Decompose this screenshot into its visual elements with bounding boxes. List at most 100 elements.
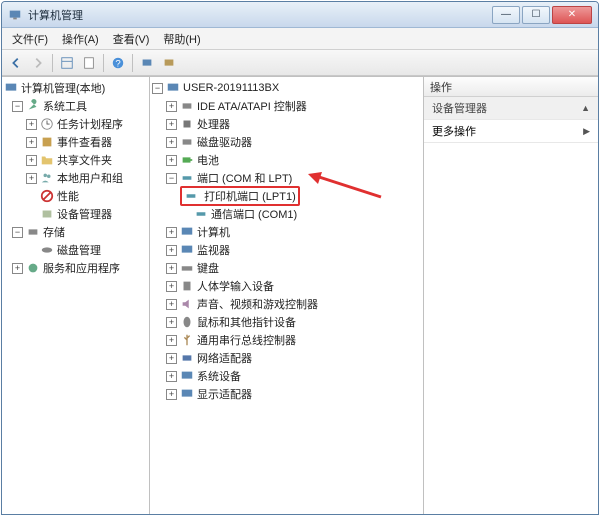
collapse-icon[interactable]: − — [152, 83, 163, 94]
expand-icon[interactable]: + — [166, 317, 177, 328]
tree-services[interactable]: + 服务和应用程序 — [2, 259, 149, 277]
toolbar-view-button[interactable] — [57, 53, 77, 73]
device-ports[interactable]: − 端口 (COM 和 LPT) — [150, 169, 423, 187]
minimize-button[interactable]: — — [492, 6, 520, 24]
toolbar: ? — [2, 50, 598, 76]
tree-label: 处理器 — [197, 116, 230, 132]
computer-icon — [4, 81, 18, 95]
expand-icon[interactable]: + — [166, 389, 177, 400]
expand-icon[interactable]: + — [26, 119, 37, 130]
toolbar-refresh-button[interactable] — [159, 53, 179, 73]
tree-task-scheduler[interactable]: + 任务计划程序 — [2, 115, 149, 133]
window-title: 计算机管理 — [28, 7, 492, 23]
expand-icon[interactable]: + — [166, 155, 177, 166]
expand-icon[interactable]: + — [166, 137, 177, 148]
back-button[interactable] — [6, 53, 26, 73]
expand-icon[interactable]: + — [26, 173, 37, 184]
tree-label: 服务和应用程序 — [43, 260, 120, 276]
device-root[interactable]: − USER-20191113BX — [150, 79, 423, 97]
expand-icon[interactable]: + — [166, 227, 177, 238]
maximize-button[interactable]: ☐ — [522, 6, 550, 24]
tree-disk-mgmt[interactable]: 磁盘管理 — [2, 241, 149, 259]
device-mouse[interactable]: + 鼠标和其他指针设备 — [150, 313, 423, 331]
actions-label: 更多操作 — [432, 123, 476, 139]
chevron-up-icon: ▲ — [581, 103, 590, 113]
tree-label: 任务计划程序 — [57, 116, 123, 132]
keyboard-icon — [180, 261, 194, 275]
device-hid[interactable]: + 人体学输入设备 — [150, 277, 423, 295]
expand-icon[interactable]: + — [166, 353, 177, 364]
actions-more[interactable]: 更多操作 ▶ — [424, 120, 598, 143]
nav-tree: 计算机管理(本地) − 系统工具 + 任务计划程序 + 事件查看器 — [2, 77, 149, 279]
toolbar-separator — [103, 54, 104, 72]
menu-view[interactable]: 查看(V) — [107, 29, 156, 49]
collapse-icon[interactable]: − — [12, 227, 23, 238]
usb-icon — [180, 333, 194, 347]
mouse-icon — [180, 315, 194, 329]
collapse-icon[interactable]: − — [166, 173, 177, 184]
expand-icon[interactable]: + — [166, 101, 177, 112]
port-icon — [180, 171, 194, 185]
toolbar-properties-button[interactable] — [79, 53, 99, 73]
expand-icon[interactable]: + — [166, 245, 177, 256]
expand-icon[interactable]: + — [166, 371, 177, 382]
toolbar-help-button[interactable]: ? — [108, 53, 128, 73]
battery-icon — [180, 153, 194, 167]
tree-label: 存储 — [43, 224, 65, 240]
chevron-right-icon: ▶ — [583, 126, 590, 137]
tree-label: 磁盘管理 — [57, 242, 101, 258]
expand-icon[interactable]: + — [166, 263, 177, 274]
expand-icon[interactable]: + — [166, 119, 177, 130]
device-com1[interactable]: 通信端口 (COM1) — [150, 205, 423, 223]
expand-icon[interactable]: + — [166, 281, 177, 292]
forward-button[interactable] — [28, 53, 48, 73]
tree-label: 声音、视频和游戏控制器 — [197, 296, 318, 312]
expand-icon[interactable]: + — [26, 137, 37, 148]
actions-label: 设备管理器 — [432, 100, 487, 116]
device-sound[interactable]: + 声音、视频和游戏控制器 — [150, 295, 423, 313]
disk-icon — [40, 243, 54, 257]
device-sysdev[interactable]: + 系统设备 — [150, 367, 423, 385]
expand-icon[interactable]: + — [166, 299, 177, 310]
com-port-icon — [194, 207, 208, 221]
tree-label: 性能 — [57, 188, 79, 204]
device-computer[interactable]: + 计算机 — [150, 223, 423, 241]
menu-file[interactable]: 文件(F) — [6, 29, 54, 49]
expand-icon[interactable]: + — [12, 263, 23, 274]
hid-icon — [180, 279, 194, 293]
tree-device-manager[interactable]: 设备管理器 — [2, 205, 149, 223]
tree-local-users[interactable]: + 本地用户和组 — [2, 169, 149, 187]
device-lpt1[interactable]: 打印机端口 (LPT1) — [150, 187, 423, 205]
tree-root[interactable]: 计算机管理(本地) — [2, 79, 149, 97]
tree-label: 事件查看器 — [57, 134, 112, 150]
tree-label: 人体学输入设备 — [197, 278, 274, 294]
titlebar: 计算机管理 — ☐ ✕ — [2, 2, 598, 28]
device-battery[interactable]: + 电池 — [150, 151, 423, 169]
display-adapter-icon — [180, 387, 194, 401]
device-keyboard[interactable]: + 键盘 — [150, 259, 423, 277]
storage-icon — [26, 225, 40, 239]
device-diskdrv[interactable]: + 磁盘驱动器 — [150, 133, 423, 151]
expand-icon[interactable]: + — [26, 155, 37, 166]
tree-system-tools[interactable]: − 系统工具 — [2, 97, 149, 115]
menu-help[interactable]: 帮助(H) — [157, 29, 206, 49]
device-cpu[interactable]: + 处理器 — [150, 115, 423, 133]
tree-storage[interactable]: − 存储 — [2, 223, 149, 241]
device-ide[interactable]: + IDE ATA/ATAPI 控制器 — [150, 97, 423, 115]
device-monitor[interactable]: + 监视器 — [150, 241, 423, 259]
tree-label: 磁盘驱动器 — [197, 134, 252, 150]
device-usb[interactable]: + 通用串行总线控制器 — [150, 331, 423, 349]
device-display[interactable]: + 显示适配器 — [150, 385, 423, 403]
tree-shared-folders[interactable]: + 共享文件夹 — [2, 151, 149, 169]
collapse-icon[interactable]: − — [12, 101, 23, 112]
expand-spacer — [180, 209, 191, 220]
close-button[interactable]: ✕ — [552, 6, 592, 24]
menu-action[interactable]: 操作(A) — [56, 29, 105, 49]
device-network[interactable]: + 网络适配器 — [150, 349, 423, 367]
tree-performance[interactable]: 性能 — [2, 187, 149, 205]
tree-label: 设备管理器 — [57, 206, 112, 222]
actions-device-manager[interactable]: 设备管理器 ▲ — [424, 97, 598, 120]
expand-icon[interactable]: + — [166, 335, 177, 346]
tree-event-viewer[interactable]: + 事件查看器 — [2, 133, 149, 151]
toolbar-scan-button[interactable] — [137, 53, 157, 73]
